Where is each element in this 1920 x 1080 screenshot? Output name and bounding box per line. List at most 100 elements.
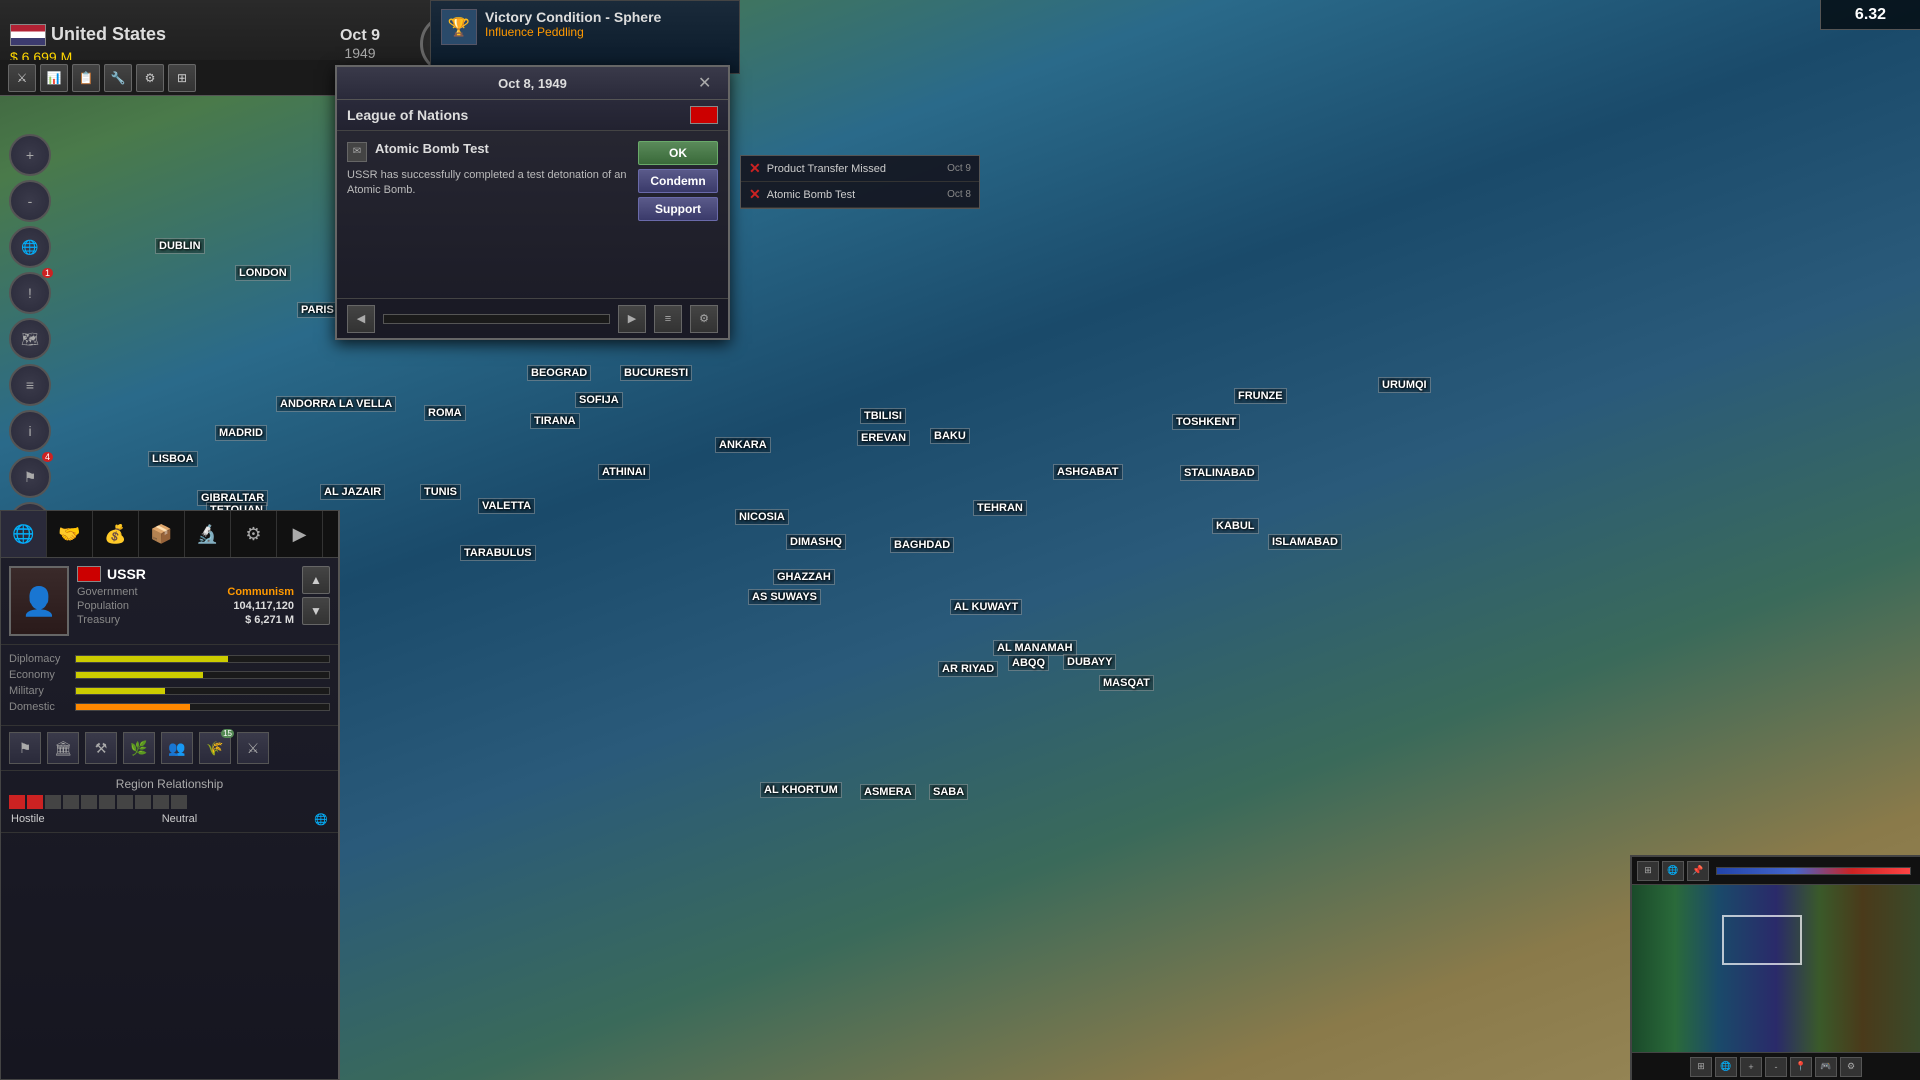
city-ankara[interactable]: ANKARA [715, 437, 771, 453]
city-kabul[interactable]: KABUL [1212, 518, 1259, 534]
minimap-btn-2[interactable]: 🌐 [1662, 861, 1684, 881]
ok-button[interactable]: OK [638, 141, 718, 165]
minimap-foot-7[interactable]: ⚙ [1840, 1057, 1862, 1077]
globe-icon[interactable]: 🌐 [314, 813, 328, 826]
minimap-foot-5[interactable]: 📍 [1790, 1057, 1812, 1077]
city-baghdad[interactable]: BAGHDAD [890, 537, 954, 553]
action-6[interactable]: 🌾 15 [199, 732, 231, 764]
city-erevan[interactable]: EREVAN [857, 430, 910, 446]
minimap-foot-1[interactable]: ⊞ [1690, 1057, 1712, 1077]
minimap-btn-1[interactable]: ⊞ [1637, 861, 1659, 881]
minimap-foot-6[interactable]: 🎮 [1815, 1057, 1837, 1077]
nav-info[interactable]: i [9, 410, 51, 452]
action-5[interactable]: 👥 [161, 732, 193, 764]
event-list-btn[interactable]: ≡ [654, 305, 682, 333]
rel-block-7 [117, 795, 133, 809]
event-settings-btn[interactable]: ⚙ [690, 305, 718, 333]
prev-event-btn[interactable]: ◀ [347, 305, 375, 333]
city-dublin[interactable]: DUBLIN [155, 238, 205, 254]
city-ashgabat[interactable]: ASHGABAT [1053, 464, 1123, 480]
panel-treasury-label: Treasury [77, 614, 120, 626]
tab-globe[interactable]: 🌐 [1, 511, 47, 557]
city-tirana[interactable]: TIRANA [530, 413, 580, 429]
city-madrid[interactable]: MADRID [215, 425, 267, 441]
city-abqq[interactable]: ABQQ [1008, 655, 1049, 671]
action-2[interactable]: 🏛 [47, 732, 79, 764]
city-urumqi[interactable]: URUMQI [1378, 377, 1431, 393]
toolbar-btn-2[interactable]: 📊 [40, 64, 68, 92]
city-valetta[interactable]: VALETTA [478, 498, 535, 514]
city-london[interactable]: LONDON [235, 265, 291, 281]
notification-1[interactable]: ✕ Product Transfer Missed Oct 9 [741, 156, 979, 182]
minimap-foot-2[interactable]: 🌐 [1715, 1057, 1737, 1077]
city-baku[interactable]: BAKU [930, 428, 970, 444]
dialog-close-btn[interactable]: ✕ [698, 73, 718, 93]
country-flag [10, 24, 46, 46]
tab-economy[interactable]: 💰 [93, 511, 139, 557]
city-lisboa[interactable]: LISBOA [148, 451, 198, 467]
city-islamabad[interactable]: ISLAMABAD [1268, 534, 1342, 550]
city-dimashq[interactable]: DIMASHQ [786, 534, 846, 550]
city-tbilisi[interactable]: TBILISI [860, 408, 906, 424]
city-athinai[interactable]: ATHINAI [598, 464, 650, 480]
rel-block-3 [45, 795, 61, 809]
toolbar-btn-4[interactable]: 🔧 [104, 64, 132, 92]
city-ghazzah[interactable]: GHAZZAH [773, 569, 835, 585]
toolbar-btn-5[interactable]: ⚙ [136, 64, 164, 92]
tab-diplomacy[interactable]: 🤝 [47, 511, 93, 557]
city-ar-riyad[interactable]: AR RIYAD [938, 661, 998, 677]
city-nicosia[interactable]: NICOSIA [735, 509, 789, 525]
nav-globe[interactable]: 🌐 [9, 226, 51, 268]
city-beograd[interactable]: BEOGRAD [527, 365, 591, 381]
economy-stat-label: Economy [9, 669, 69, 681]
support-button[interactable]: Support [638, 197, 718, 221]
minimap-btn-3[interactable]: 📌 [1687, 861, 1709, 881]
condemn-button[interactable]: Condemn [638, 169, 718, 193]
minimap-foot-4[interactable]: - [1765, 1057, 1787, 1077]
nav-zoom-in[interactable]: + [9, 134, 51, 176]
next-event-btn[interactable]: ▶ [618, 305, 646, 333]
scroll-up-btn[interactable]: ▲ [302, 566, 330, 594]
city-dubayy[interactable]: DUBAYY [1063, 654, 1116, 670]
victory-icon: 🏆 [441, 9, 477, 45]
city-asmera[interactable]: ASMERA [860, 784, 916, 800]
city-stalinabad[interactable]: STALINABAD [1180, 465, 1259, 481]
city-as-suways[interactable]: AS SUWAYS [748, 589, 821, 605]
action-4[interactable]: 🌿 [123, 732, 155, 764]
message-body: USSR has successfully completed a test d… [347, 168, 628, 199]
scroll-down-btn[interactable]: ▼ [302, 597, 330, 625]
city-frunze[interactable]: FRUNZE [1234, 388, 1287, 404]
city-paris[interactable]: PARIS [297, 302, 338, 318]
toolbar-btn-3[interactable]: 📋 [72, 64, 100, 92]
nav-map[interactable]: 🗺 [9, 318, 51, 360]
action-3[interactable]: ⚒ [85, 732, 117, 764]
city-al-khortum[interactable]: AL KHORTUM [760, 782, 842, 798]
action-1[interactable]: ⚑ [9, 732, 41, 764]
city-al-jazair[interactable]: AL JAZAIR [320, 484, 385, 500]
nav-warn[interactable]: ⚑ [9, 456, 51, 498]
nav-alert[interactable]: ! [9, 272, 51, 314]
city-tehran[interactable]: TEHRAN [973, 500, 1027, 516]
nav-filter[interactable]: ≡ [9, 364, 51, 406]
city-roma[interactable]: ROMA [424, 405, 466, 421]
notification-2[interactable]: ✕ Atomic Bomb Test Oct 8 [741, 182, 979, 208]
toolbar-btn-1[interactable]: ⚔ [8, 64, 36, 92]
city-masqat[interactable]: MASQAT [1099, 675, 1154, 691]
city-saba[interactable]: SABA [929, 784, 968, 800]
city-toshkent[interactable]: TOSHKENT [1172, 414, 1240, 430]
city-bucuresti[interactable]: BUCURESTI [620, 365, 692, 381]
toolbar-btn-settings[interactable]: ⊞ [168, 64, 196, 92]
minimap-foot-3[interactable]: + [1740, 1057, 1762, 1077]
tab-research[interactable]: 🔬 [185, 511, 231, 557]
nav-zoom-out[interactable]: - [9, 180, 51, 222]
minimap-view[interactable] [1632, 885, 1920, 1052]
tab-settings[interactable]: ⚙ [231, 511, 277, 557]
city-andorra-la-vella[interactable]: ANDORRA LA VELLA [276, 396, 396, 412]
city-sofija[interactable]: SOFIJA [575, 392, 623, 408]
city-al-kuwayt[interactable]: AL KUWAYT [950, 599, 1022, 615]
tab-play[interactable]: ▶ [277, 511, 323, 557]
city-tunis[interactable]: TUNIS [420, 484, 461, 500]
city-tarabulus[interactable]: TARABULUS [460, 545, 536, 561]
action-7[interactable]: ⚔ [237, 732, 269, 764]
tab-industry[interactable]: 📦 [139, 511, 185, 557]
